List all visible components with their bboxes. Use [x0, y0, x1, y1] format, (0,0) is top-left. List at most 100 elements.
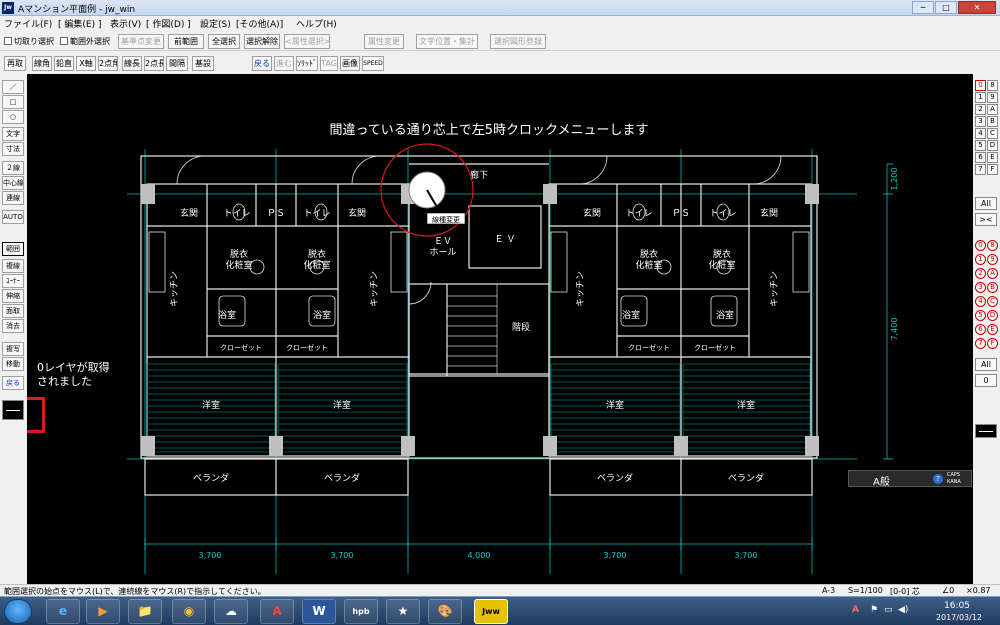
taskbar-jww-icon[interactable]: Jww: [474, 599, 508, 624]
layer-group-button-4[interactable]: 4: [975, 296, 986, 307]
layer-group-button-f[interactable]: F: [987, 338, 998, 349]
layer-group-button-5[interactable]: 5: [975, 310, 986, 321]
layer-group-button-1[interactable]: 1: [975, 254, 986, 265]
x-axis-button[interactable]: X軸: [76, 56, 96, 71]
line-length-button[interactable]: 線長: [122, 56, 142, 71]
taskbar-hpb-icon[interactable]: hpb: [344, 599, 378, 624]
layer-group-button-9[interactable]: 9: [987, 254, 998, 265]
select-all-button[interactable]: 全選択: [208, 34, 240, 49]
line-tool-button[interactable]: ／: [2, 80, 24, 94]
text-position-button[interactable]: 文字位置・集計: [416, 34, 478, 49]
menu-help[interactable]: ヘルプ(H): [296, 17, 337, 30]
layer-group-button-7[interactable]: 7: [975, 338, 986, 349]
menu-draw[interactable]: [ 作図(D) ]: [146, 17, 191, 30]
ime-toolbar[interactable]: A般 ? CAPS KANA: [848, 470, 972, 488]
outside-select-checkbox[interactable]: 範囲外選択: [60, 36, 110, 47]
status-paper[interactable]: A-3: [822, 586, 835, 595]
deselect-button[interactable]: 選択解除: [244, 34, 280, 49]
taskbar-chrome-icon[interactable]: ◉: [172, 599, 206, 624]
layer-button-0[interactable]: 0: [975, 80, 986, 91]
taskbar-palette-icon[interactable]: 🎨: [428, 599, 462, 624]
layer-all-button[interactable]: All: [975, 197, 997, 210]
menu-file[interactable]: ファイル(F): [4, 17, 52, 30]
tray-network-icon[interactable]: ▭: [884, 605, 893, 615]
layer-button-5[interactable]: 5: [975, 140, 986, 151]
layer-button-d[interactable]: D: [987, 140, 998, 151]
layer-button-e[interactable]: E: [987, 152, 998, 163]
drawing-canvas[interactable]: 間違っている通り芯上で左5時クロックメニューします 廊下 玄関 トイレ ＰＳ ト…: [27, 74, 973, 584]
base-point-button[interactable]: 基準点変更: [118, 34, 164, 49]
layer-button-4[interactable]: 4: [975, 128, 986, 139]
clock-date[interactable]: 2017/03/12: [936, 613, 982, 622]
layer-group-button-c[interactable]: C: [987, 296, 998, 307]
clock-menu[interactable]: 線種変更: [380, 143, 474, 237]
erase-tool-button[interactable]: 消去: [2, 319, 24, 333]
undo-button[interactable]: 戻る: [252, 56, 272, 71]
start-button[interactable]: [4, 599, 32, 624]
speed-button[interactable]: SPEED: [362, 56, 384, 71]
menu-edit[interactable]: [ 編集(E) ]: [58, 17, 101, 30]
center-line-tool-button[interactable]: 中心線: [2, 176, 24, 190]
layer-group-button-6[interactable]: 6: [975, 324, 986, 335]
layer-group-button-d[interactable]: D: [987, 310, 998, 321]
layer-group-button-8[interactable]: 8: [987, 240, 998, 251]
two-point-angle-button[interactable]: 2点角: [98, 56, 118, 71]
previous-range-button[interactable]: 前範囲: [168, 34, 204, 49]
rectangle-tool-button[interactable]: □: [2, 95, 24, 109]
menu-settings[interactable]: 設定(S): [200, 17, 231, 30]
tag-button[interactable]: TAG: [320, 56, 338, 71]
interval-button[interactable]: 間隔: [166, 56, 188, 71]
range-tool-button[interactable]: 範囲: [2, 242, 24, 256]
layer-swap-button[interactable]: ><: [975, 213, 997, 226]
maximize-button[interactable]: □: [935, 1, 957, 14]
solid-button[interactable]: ｿﾘｯﾄﾞ: [296, 56, 318, 71]
ime-mode-indicator[interactable]: A般: [873, 473, 890, 488]
layer-button-9[interactable]: 9: [987, 92, 998, 103]
layer-button-f[interactable]: F: [987, 164, 998, 175]
group-all-button[interactable]: All: [975, 358, 997, 371]
layer-preview-swatch[interactable]: [975, 424, 997, 438]
cut-select-checkbox[interactable]: 切取り選択: [4, 36, 54, 47]
layer-button-b[interactable]: B: [987, 116, 998, 127]
status-zoom[interactable]: ×0.87: [966, 586, 991, 595]
taskbar-ie-icon[interactable]: e: [46, 599, 80, 624]
attribute-select-button[interactable]: <属性選択>: [284, 34, 330, 49]
tray-flag-icon[interactable]: ⚑: [870, 605, 878, 615]
line-type-swatch[interactable]: [2, 400, 24, 420]
attribute-change-button[interactable]: 属性変更: [364, 34, 404, 49]
register-shape-button[interactable]: 選択図形登録: [490, 34, 546, 49]
taskbar-folder-icon[interactable]: 📁: [128, 599, 162, 624]
layer-group-button-b[interactable]: B: [987, 282, 998, 293]
layer-button-7[interactable]: 7: [975, 164, 986, 175]
taskbar-paint-icon[interactable]: ★: [386, 599, 420, 624]
status-scale[interactable]: S=1/100: [848, 586, 883, 595]
layer-group-button-2[interactable]: 2: [975, 268, 986, 279]
layer-group-button-0[interactable]: 0: [975, 240, 986, 251]
copy-tool-button[interactable]: 複写: [2, 342, 24, 356]
double-line-tool-button[interactable]: ２線: [2, 161, 24, 175]
stretch-tool-button[interactable]: 伸縮: [2, 289, 24, 303]
offset-tool-button[interactable]: 複線: [2, 259, 24, 273]
taskbar-word-icon[interactable]: W: [302, 599, 336, 624]
layer-button-a[interactable]: A: [987, 104, 998, 115]
layer-button-6[interactable]: 6: [975, 152, 986, 163]
circle-tool-button[interactable]: ○: [2, 110, 24, 124]
ime-help-icon[interactable]: ?: [933, 474, 943, 484]
retake-button[interactable]: 再取: [4, 56, 26, 71]
taskbar-cloud-icon[interactable]: ☁: [214, 599, 248, 624]
layer-button-3[interactable]: 3: [975, 116, 986, 127]
base-setting-button[interactable]: 基設: [192, 56, 214, 71]
layer-group-button-e[interactable]: E: [987, 324, 998, 335]
close-button[interactable]: ✕: [958, 1, 996, 14]
group-zero-button[interactable]: 0: [975, 374, 997, 387]
chamfer-tool-button[interactable]: 面取: [2, 304, 24, 318]
line-angle-button[interactable]: 線角: [32, 56, 52, 71]
dimension-tool-button[interactable]: 寸法: [2, 142, 24, 156]
corner-tool-button[interactable]: ｺｰﾅｰ: [2, 274, 24, 288]
layer-button-c[interactable]: C: [987, 128, 998, 139]
menu-view[interactable]: 表示(V): [110, 17, 141, 30]
image-button[interactable]: 画像: [340, 56, 360, 71]
clock-time[interactable]: 16:05: [944, 601, 970, 611]
text-tool-button[interactable]: 文字: [2, 127, 24, 141]
connect-line-tool-button[interactable]: 連線: [2, 191, 24, 205]
